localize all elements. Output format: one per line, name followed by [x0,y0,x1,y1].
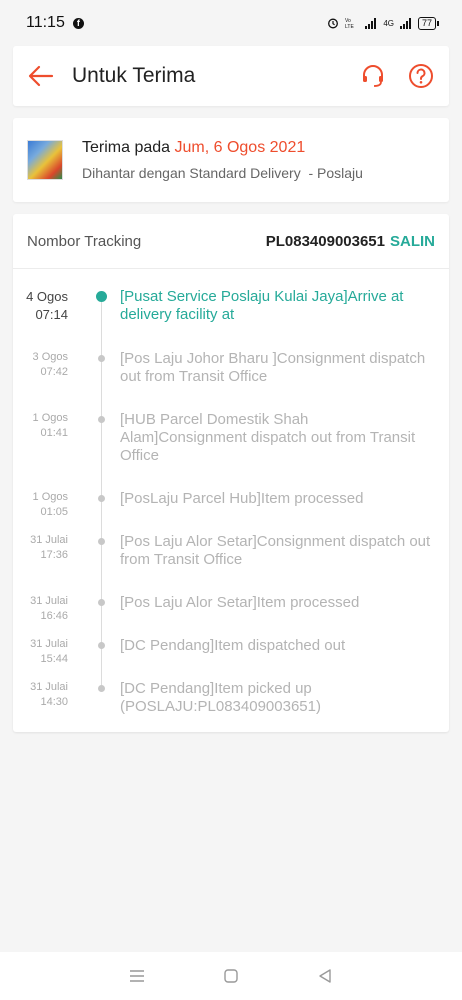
network-type: 4G [383,18,394,28]
event-date: 31 Julai [30,534,68,546]
receive-label: Terima pada [82,139,175,156]
status-right: Vo LTE 4G 77 [327,16,440,30]
battery-icon: 77 [417,16,440,30]
timeline-dot [98,538,105,545]
tracking-card: Nombor Tracking PL083409003651 SALIN 4 O… [13,214,449,732]
event-datetime: 31 Julai 15:44 [13,637,68,667]
timeline-dot [98,495,105,502]
delivery-card: Terima pada Jum, 6 Ogos 2021 Dihantar de… [13,118,449,202]
system-nav-bar [0,952,462,1000]
timeline-dot [96,291,107,302]
receive-line: Terima pada Jum, 6 Ogos 2021 [82,139,363,157]
event-date: 1 Ogos [32,412,68,424]
event-date: 1 Ogos [32,491,68,503]
page-header: Untuk Terima [13,46,449,106]
timeline-line [101,295,102,685]
event-date: 3 Ogos [32,351,68,363]
product-thumbnail [27,140,63,180]
delivery-info: Terima pada Jum, 6 Ogos 2021 Dihantar de… [82,139,363,181]
tracking-label: Nombor Tracking [27,232,142,250]
receive-date: Jum, 6 Ogos 2021 [174,139,306,156]
svg-text:LTE: LTE [345,24,354,29]
tracking-number: PL083409003651 [265,232,385,250]
event-text: [DC Pendang]Item dispatched out [120,637,346,654]
home-icon[interactable] [221,966,241,986]
event-datetime: 1 Ogos 01:05 [13,490,68,520]
facebook-icon: f [72,17,84,29]
menu-icon[interactable] [127,966,147,986]
alarm-icon [328,18,339,29]
event-text: [DC Pendang]Item picked up (POSLAJU:PL08… [120,680,321,715]
back-triangle-icon[interactable] [315,966,335,986]
event-time: 07:14 [35,307,68,322]
event-time: 01:05 [40,506,68,518]
event-time: 15:44 [40,653,68,665]
event-text: [HUB Parcel Domestik Shah Alam]Consignme… [120,411,416,464]
event-time: 16:46 [40,610,68,622]
event-datetime: 4 Ogos 07:14 [13,288,68,324]
timeline-dot [98,685,105,692]
event-date: 31 Julai [30,595,68,607]
shipping-text: Dihantar dengan Standard Delivery - Posl… [82,165,363,181]
signal-icon [365,17,377,29]
battery-level: 77 [421,17,432,28]
event-datetime: 1 Ogos 01:41 [13,411,68,441]
tracking-right: PL083409003651 SALIN [266,233,435,250]
event-time: 17:36 [40,549,68,561]
volte-icon: VoLTE [345,18,354,29]
event-date: 31 Julai [30,638,68,650]
status-left: 11:15 f [26,14,84,32]
event-time: 07:42 [40,366,68,378]
status-bar: 11:15 f Vo LTE 4G 77 [0,0,462,46]
page-title: Untuk Terima [72,64,196,87]
event-text: [Pos Laju Alor Setar]Item processed [120,594,360,611]
signal-icon-2 [399,17,411,29]
event-datetime: 31 Julai 14:30 [13,680,68,710]
event-text: [Pos Laju Johor Bharu ]Consignment dispa… [120,350,426,385]
question-icon[interactable] [407,62,435,90]
event-time: 01:41 [40,427,68,439]
tracking-header: Nombor Tracking PL083409003651 SALIN [13,214,449,269]
timeline-dot [98,416,105,423]
event-datetime: 31 Julai 16:46 [13,594,68,624]
timeline-dot [98,642,105,649]
status-time: 11:15 [26,14,65,31]
event-text: [Pusat Service Poslaju Kulai Jaya]Arrive… [120,288,404,323]
event-date: 31 Julai [30,681,68,693]
headset-icon[interactable] [359,62,387,90]
event-datetime: 3 Ogos 07:42 [13,350,68,380]
timeline-dot [98,355,105,362]
event-text: [Pos Laju Alor Setar]Consignment dispatc… [120,533,431,568]
arrow-left-icon[interactable] [27,62,55,90]
event-date: 4 Ogos [26,289,68,304]
event-datetime: 31 Julai 17:36 [13,533,68,563]
event-text: [PosLaju Parcel Hub]Item processed [120,490,364,507]
event-time: 14:30 [40,696,68,708]
timeline-dot [98,599,105,606]
copy-button[interactable]: SALIN [390,233,435,250]
